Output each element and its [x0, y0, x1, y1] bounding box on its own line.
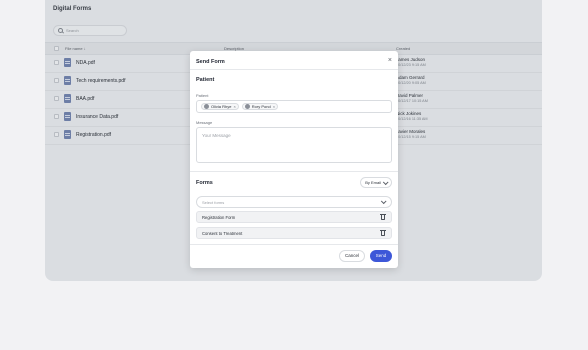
close-icon[interactable]: × — [388, 57, 392, 65]
forms-section-title: Forms — [196, 180, 213, 186]
pdf-file-icon — [64, 130, 71, 139]
divider — [190, 244, 398, 245]
select-all-checkbox[interactable] — [54, 46, 59, 51]
chevron-down-icon — [382, 178, 389, 185]
created-by: Adam Gerrard — [396, 75, 425, 80]
created-at: 10/12/17 10:15 AM — [396, 99, 428, 103]
created-by: James Judson — [396, 57, 426, 62]
search-icon — [58, 28, 63, 33]
row-checkbox[interactable] — [54, 132, 59, 137]
search-input[interactable]: Search — [53, 25, 127, 36]
file-name[interactable]: Tech requirements.pdf — [76, 78, 125, 84]
selected-form-item: Consent to Treatment — [196, 227, 392, 239]
file-name[interactable]: Insurance Data.pdf — [76, 114, 118, 120]
row-checkbox[interactable] — [54, 114, 59, 119]
pdf-file-icon — [64, 112, 71, 121]
send-form-modal: Send Form × Patient Patient Olivia Rhye … — [190, 51, 398, 268]
patient-chip: Olivia Rhye × — [201, 103, 239, 110]
patient-section-title: Patient — [196, 77, 215, 83]
created-at: 10/12/20 9:05 AM — [396, 81, 426, 85]
column-file-name[interactable]: File name ↓ — [65, 46, 86, 51]
divider — [190, 171, 398, 172]
file-name[interactable]: NDA.pdf — [76, 60, 95, 66]
form-name: Consent to Treatment — [202, 231, 243, 236]
created-by: Javier Morales — [396, 129, 426, 134]
chevron-down-icon — [380, 198, 387, 205]
modal-title: Send Form — [196, 59, 225, 65]
select-forms-placeholder: Select forms — [202, 200, 225, 205]
remove-chip-icon[interactable]: × — [233, 104, 235, 109]
created-at: 10/12/23 9:15 AM — [396, 63, 426, 67]
delivery-method-label: By Email — [365, 180, 381, 185]
trash-icon[interactable] — [380, 214, 386, 220]
patient-label: Patient — [196, 93, 209, 98]
created-by: David Palmer — [396, 93, 424, 98]
send-button[interactable]: Send — [370, 250, 392, 262]
column-created[interactable]: Created — [396, 46, 410, 51]
created-at: 10/12/16 11:35 AM — [396, 117, 428, 121]
search-placeholder: Search — [66, 28, 79, 33]
message-label: Message — [196, 120, 213, 125]
row-checkbox[interactable] — [54, 96, 59, 101]
file-name[interactable]: BAA.pdf — [76, 96, 94, 102]
patient-name: Rory Pond — [251, 104, 271, 109]
created-by: Nick Jokines — [396, 111, 422, 116]
row-checkbox[interactable] — [54, 78, 59, 83]
pdf-file-icon — [64, 58, 71, 67]
file-name[interactable]: Registration.pdf — [76, 132, 111, 138]
page-title: Digital Forms — [53, 6, 92, 12]
select-forms-dropdown[interactable]: Select forms — [196, 196, 392, 208]
delivery-method-dropdown[interactable]: By Email — [360, 177, 392, 188]
avatar — [204, 104, 209, 109]
selected-form-item: Registration Form — [196, 211, 392, 223]
remove-chip-icon[interactable]: × — [273, 104, 275, 109]
patient-field[interactable]: Olivia Rhye × Rory Pond × — [196, 100, 392, 113]
created-at: 10/12/15 9:15 AM — [396, 135, 426, 139]
trash-icon[interactable] — [380, 230, 386, 236]
pdf-file-icon — [64, 94, 71, 103]
patient-name: Olivia Rhye — [211, 104, 232, 109]
form-name: Registration Form — [202, 215, 236, 220]
message-textarea[interactable]: Your Message — [196, 127, 392, 163]
pdf-file-icon — [64, 76, 71, 85]
avatar — [244, 104, 250, 109]
cancel-button[interactable]: Cancel — [339, 250, 365, 262]
divider — [190, 69, 398, 70]
message-placeholder: Your Message — [202, 133, 231, 138]
row-checkbox[interactable] — [54, 60, 59, 65]
patient-chip: Rory Pond × — [241, 103, 279, 110]
